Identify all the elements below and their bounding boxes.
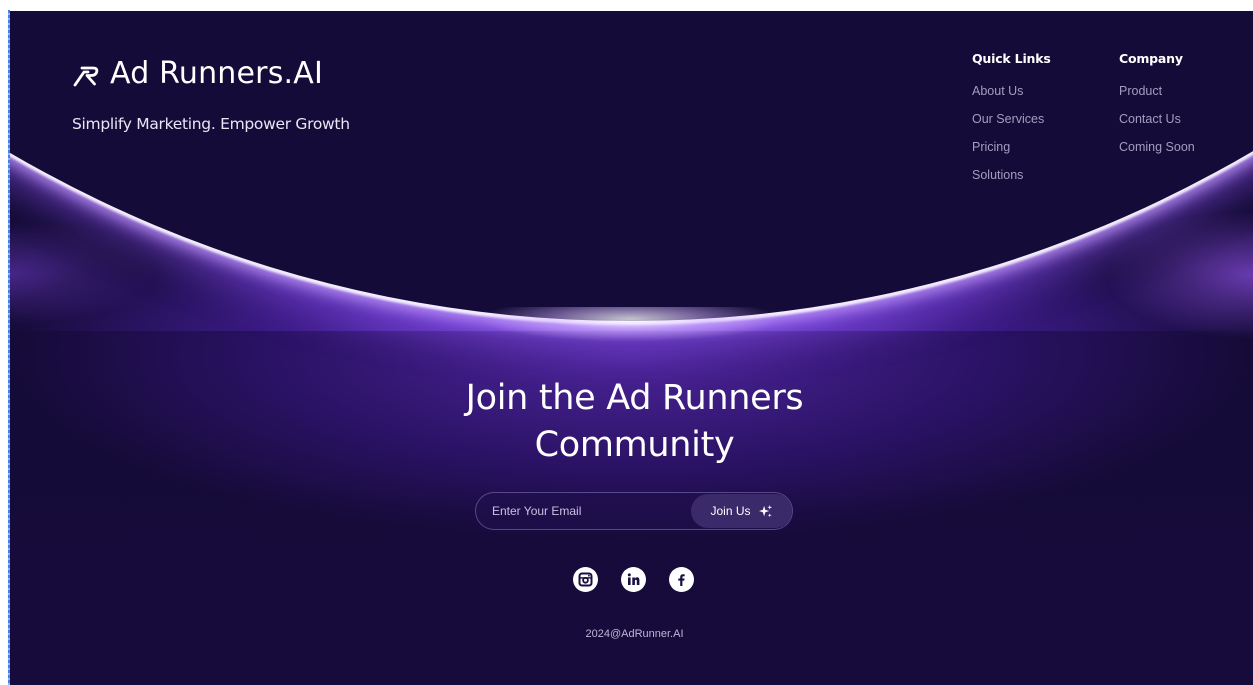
newsletter-form: Join Us xyxy=(475,492,793,530)
brand-tagline: Simplify Marketing. Empower Growth xyxy=(72,115,350,133)
ad-runners-logo-icon xyxy=(73,66,99,87)
instagram-link[interactable] xyxy=(573,567,598,592)
join-heading-line-2: Community xyxy=(534,425,735,465)
footer-link-about-us[interactable]: About Us xyxy=(972,84,1082,112)
brand[interactable]: Ad Runners.AI xyxy=(72,55,323,93)
quick-links-heading: Quick Links xyxy=(972,51,1051,66)
copyright-text: 2024@AdRunner.AI xyxy=(585,628,684,640)
linkedin-link[interactable] xyxy=(621,567,646,592)
join-heading-line-1: Join the Ad Runners xyxy=(465,378,804,418)
sparkle-icon xyxy=(758,504,772,517)
join-us-button[interactable]: Join Us xyxy=(691,494,792,528)
quick-links-column: Quick Links About Us Our Services Pricin… xyxy=(972,49,1082,196)
horizon-highlight xyxy=(430,307,830,367)
facebook-icon xyxy=(678,574,685,586)
brand-name: Ad Runners.AI xyxy=(110,56,324,91)
email-input[interactable] xyxy=(492,502,682,520)
footer-link-pricing[interactable]: Pricing xyxy=(972,140,1082,168)
footer-link-our-services[interactable]: Our Services xyxy=(972,112,1082,140)
footer-link-contact-us[interactable]: Contact Us xyxy=(1119,112,1229,140)
company-column: Company Product Contact Us Coming Soon xyxy=(1119,49,1229,168)
instagram-icon xyxy=(578,572,593,587)
linkedin-icon xyxy=(627,573,640,585)
site-footer: Ad Runners.AI Simplify Marketing. Empowe… xyxy=(10,11,1253,685)
footer-link-solutions[interactable]: Solutions xyxy=(972,168,1082,196)
join-us-label: Join Us xyxy=(710,504,751,518)
join-community-heading: Join the Ad Runners Community xyxy=(381,375,888,469)
footer-link-product[interactable]: Product xyxy=(1119,84,1229,112)
social-links xyxy=(573,567,694,592)
company-heading: Company xyxy=(1119,51,1183,66)
footer-link-coming-soon[interactable]: Coming Soon xyxy=(1119,140,1229,168)
facebook-link[interactable] xyxy=(669,567,694,592)
page-frame: Ad Runners.AI Simplify Marketing. Empowe… xyxy=(0,0,1253,685)
